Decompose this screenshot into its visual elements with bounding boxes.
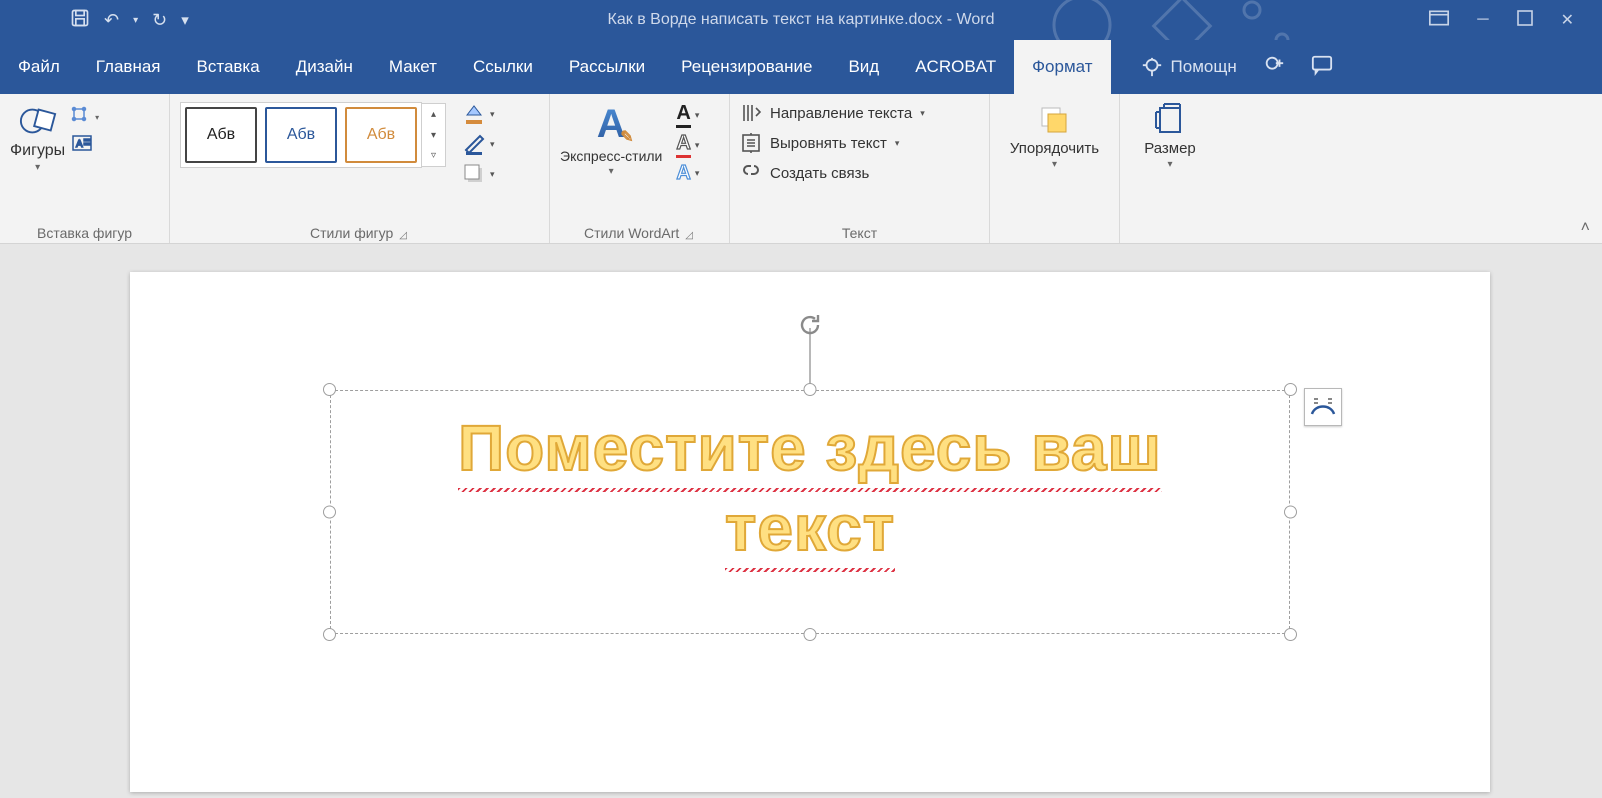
tab-acrobat[interactable]: ACROBAT	[897, 40, 1014, 94]
tab-insert[interactable]: Вставка	[179, 40, 278, 94]
window-minimize-icon[interactable]: ─	[1477, 11, 1488, 29]
ribbon-display-options-icon[interactable]	[1429, 10, 1449, 31]
tab-design[interactable]: Дизайн	[278, 40, 371, 94]
group-insert-shapes-label: Вставка фигур	[10, 221, 159, 241]
collapse-ribbon-icon[interactable]: ˄	[1581, 219, 1590, 237]
create-link-label: Создать связь	[770, 165, 869, 182]
size-label: Размер	[1144, 140, 1196, 157]
shape-style-swatch-2[interactable]: Абв	[265, 107, 337, 163]
window-title: Как в Ворде написать текст на картинке.d…	[608, 11, 995, 29]
window-close-icon[interactable]: ✕	[1561, 10, 1574, 30]
qat-redo-icon[interactable]: ↻	[152, 10, 167, 31]
text-effects-button[interactable]: A▾	[676, 162, 699, 185]
group-size: Размер ▾	[1120, 94, 1220, 243]
ribbon-tabs: Файл Главная Вставка Дизайн Макет Ссылки…	[0, 40, 1602, 94]
text-fill-button[interactable]: A▾	[676, 102, 699, 128]
tab-layout[interactable]: Макет	[371, 40, 455, 94]
wordart-quick-styles-button[interactable]: A✎ Экспресс-стили ▾	[560, 102, 662, 177]
qat-undo-dropdown[interactable]: ▾	[133, 15, 138, 26]
arrange-label: Упорядочить	[1010, 140, 1099, 157]
group-insert-shapes: Фигуры ▾ ▾ A Вставка фигур	[0, 94, 170, 243]
document-page[interactable]: Поместите здесь ваш текст	[130, 272, 1490, 792]
wordart-line1: Поместите здесь ваш	[458, 408, 1162, 488]
shape-outline-button[interactable]: ▾	[462, 132, 495, 156]
group-text-label: Текст	[740, 221, 979, 241]
tab-format[interactable]: Формат	[1014, 40, 1110, 94]
window-maximize-icon[interactable]	[1517, 10, 1533, 31]
size-button[interactable]: Размер ▾	[1144, 102, 1196, 170]
text-direction-button[interactable]: Направление текста▾	[740, 102, 925, 124]
wordart-quick-styles-label: Экспресс-стили	[560, 149, 662, 164]
tab-mailings[interactable]: Рассылки	[551, 40, 663, 94]
shape-style-swatch-3[interactable]: Абв	[345, 107, 417, 163]
group-wordart-styles-label: Стили WordArt	[584, 221, 679, 241]
shape-fill-button[interactable]: ▾	[462, 102, 495, 126]
group-shape-styles-label: Стили фигур	[310, 221, 393, 241]
tab-file[interactable]: Файл	[0, 40, 78, 94]
wordart-content[interactable]: Поместите здесь ваш текст	[330, 390, 1290, 634]
arrange-button[interactable]: Упорядочить ▾	[1010, 102, 1099, 170]
create-link-button[interactable]: Создать связь	[740, 162, 869, 184]
tell-me-button[interactable]: Помощн	[1141, 56, 1237, 78]
tab-home[interactable]: Главная	[78, 40, 179, 94]
shape-style-gallery[interactable]: Абв Абв Абв	[180, 102, 422, 168]
text-direction-label: Направление текста	[770, 105, 912, 122]
group-wordart-styles: A✎ Экспресс-стили ▾ A▾ A▾ A▾ Стили WordA…	[550, 94, 730, 243]
text-outline-button[interactable]: A▾	[676, 132, 699, 158]
document-workspace: Поместите здесь ваш текст	[0, 244, 1602, 798]
qat-undo-icon[interactable]: ↶	[104, 10, 119, 31]
comments-icon[interactable]	[1311, 54, 1333, 81]
align-text-label: Выровнять текст	[770, 135, 887, 152]
tab-review[interactable]: Рецензирование	[663, 40, 830, 94]
gallery-expand-icon[interactable]: ▿	[422, 145, 445, 166]
wordart-text-box[interactable]: Поместите здесь ваш текст	[330, 390, 1290, 634]
share-icon[interactable]	[1263, 54, 1285, 81]
qat-customize-icon[interactable]: ▾	[181, 11, 189, 29]
rotate-handle-icon[interactable]	[797, 312, 823, 338]
tab-references[interactable]: Ссылки	[455, 40, 551, 94]
shapes-button[interactable]: Фигуры ▾	[10, 102, 65, 173]
shape-style-swatch-1[interactable]: Абв	[185, 107, 257, 163]
svg-text:A: A	[76, 139, 83, 150]
shapes-dropdown-icon: ▾	[35, 162, 40, 173]
text-box-button[interactable]: A	[71, 132, 99, 154]
tell-me-label: Помощн	[1171, 57, 1237, 77]
group-arrange: Упорядочить ▾	[990, 94, 1120, 243]
wordart-line2: текст	[725, 488, 895, 568]
tab-view[interactable]: Вид	[830, 40, 897, 94]
ribbon: Фигуры ▾ ▾ A Вставка фигур Абв Абв	[0, 94, 1602, 244]
group-shape-styles: Абв Абв Абв ▴ ▾ ▿ ▾ ▾ ▾	[170, 94, 550, 243]
group-text: Направление текста▾ Выровнять текст▾ Соз…	[730, 94, 990, 243]
shape-effects-button[interactable]: ▾	[462, 162, 495, 186]
align-text-button[interactable]: Выровнять текст▾	[740, 132, 899, 154]
gallery-scroll-up-icon[interactable]: ▴	[422, 104, 445, 125]
edit-shape-button[interactable]: ▾	[71, 106, 99, 128]
group-size-label	[1130, 221, 1210, 241]
shape-styles-dialog-launcher-icon[interactable]: ◿	[399, 230, 409, 241]
title-bar: ↶ ▾ ↻ ▾ Как в Ворде написать текст на ка…	[0, 0, 1602, 40]
wordart-styles-dialog-launcher-icon[interactable]: ◿	[685, 230, 695, 241]
gallery-scroll-down-icon[interactable]: ▾	[422, 125, 445, 146]
qat-save-icon[interactable]	[70, 8, 90, 33]
shapes-label: Фигуры	[10, 142, 65, 160]
layout-options-icon[interactable]	[1304, 388, 1342, 426]
group-arrange-label	[1000, 221, 1109, 241]
